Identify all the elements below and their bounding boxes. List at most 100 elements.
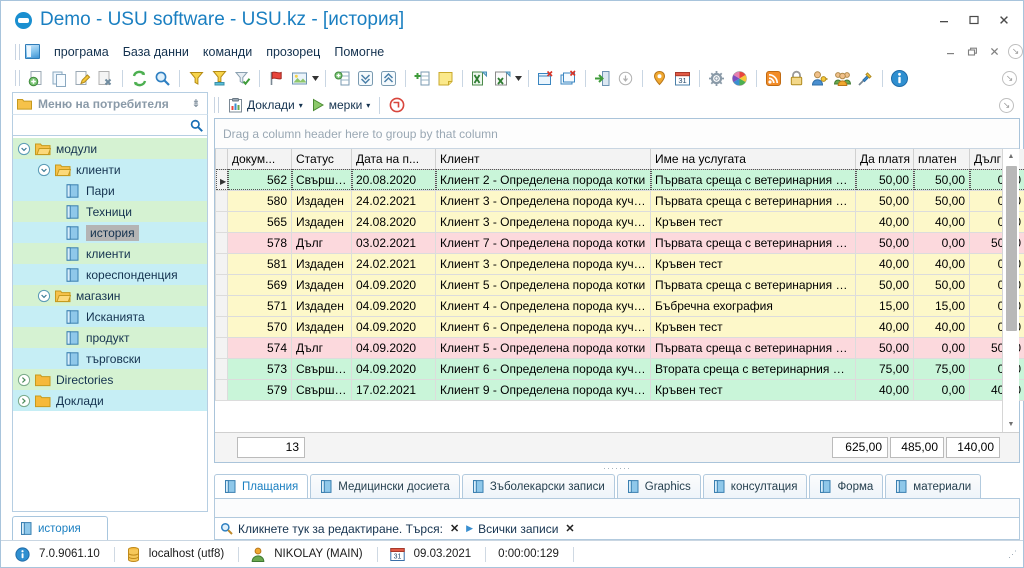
note-icon[interactable] (434, 67, 457, 89)
filter-search-bar[interactable]: Кликнете тук за редактиране. Търся: ✕ ▶ … (214, 518, 1020, 540)
sidebar-item-klienti[interactable]: клиенти (13, 243, 207, 264)
row-cell-date[interactable]: 04.09.2020 (351, 357, 436, 380)
row-cell-client[interactable]: Клиент 5 - Определена порода котки (435, 273, 651, 296)
row-cell-service[interactable]: Първата среща с ветеринарния лекар (650, 336, 856, 359)
row-cell-due[interactable]: 50,00 (855, 168, 914, 191)
filter-hint-text[interactable]: Кликнете тук за редактиране. Търся: (238, 522, 443, 536)
tab-graphics[interactable]: Graphics (616, 474, 701, 498)
row-cell-date[interactable]: 24.02.2021 (351, 189, 436, 212)
column-header-service[interactable]: Име на услугата (650, 149, 856, 170)
sidebar-item-klienti-group[interactable]: клиенти (13, 159, 207, 180)
row-cell-status[interactable]: Издаден (291, 315, 352, 338)
row-cell-date[interactable]: 04.09.2020 (351, 273, 436, 296)
row-cell-document[interactable]: 580 (227, 189, 292, 212)
search-icon[interactable] (151, 67, 174, 89)
panel-splitter[interactable]: ······· (214, 463, 1020, 473)
measures-button[interactable]: мерки ▾ (307, 96, 375, 114)
row-indicator[interactable] (215, 294, 228, 317)
row-cell-document[interactable]: 565 (227, 210, 292, 233)
row-cell-due[interactable]: 40,00 (855, 252, 914, 275)
row-cell-client[interactable]: Клиент 6 - Определена порода кучета (435, 315, 651, 338)
sidebar-item-istoriya[interactable]: история (13, 222, 207, 243)
row-cell-document[interactable]: 562 (227, 168, 292, 191)
collapse-icon[interactable] (17, 142, 31, 156)
add-column-icon[interactable] (411, 67, 434, 89)
menu-item-commands[interactable]: команди (196, 43, 259, 61)
column-header-client[interactable]: Клиент (435, 149, 651, 170)
sidebar-bottom-tab-istoriya[interactable]: история (12, 516, 108, 540)
row-cell-client[interactable]: Клиент 5 - Определена порода котки (435, 336, 651, 359)
grid-vertical-scrollbar[interactable]: ▲ ▼ (1002, 149, 1019, 432)
column-header-status[interactable]: Статус (291, 149, 352, 170)
clear-filter-icon[interactable]: ✕ (563, 522, 576, 535)
row-indicator[interactable] (215, 357, 228, 380)
map-pin-icon[interactable] (648, 67, 671, 89)
exit-icon[interactable] (591, 67, 614, 89)
row-indicator[interactable] (215, 336, 228, 359)
row-cell-service[interactable]: Първата среща с ветеринарния лекар (650, 273, 856, 296)
table-row[interactable]: 573 Свършен 04.09.2020 Клиент 6 - Определен… (215, 357, 1024, 380)
group-panel[interactable]: Drag a column header here to group by th… (215, 119, 1019, 149)
collapse-icon[interactable] (37, 289, 51, 303)
row-cell-document[interactable]: 573 (227, 357, 292, 380)
row-cell-due[interactable]: 40,00 (855, 378, 914, 401)
row-cell-document[interactable]: 569 (227, 273, 292, 296)
search-icon[interactable] (220, 522, 233, 535)
sidebar-item-magazin-group[interactable]: магазин (13, 285, 207, 306)
close-window-icon[interactable] (534, 67, 557, 89)
filter-check-icon[interactable] (231, 67, 254, 89)
refresh-icon[interactable] (128, 67, 151, 89)
expand-all-icon[interactable] (354, 67, 377, 89)
content-toolbar-drag-handle[interactable] (214, 97, 219, 113)
users-icon[interactable] (831, 67, 854, 89)
filter-gold-icon[interactable] (208, 67, 231, 89)
settings-icon[interactable] (705, 67, 728, 89)
table-row[interactable]: 580 Издаден 24.02.2021 Клиент 3 - Определен… (215, 189, 1024, 212)
toolbar-overflow-icon-3[interactable]: ↘ (999, 97, 1014, 113)
export-excel-page-icon[interactable] (491, 67, 514, 89)
row-cell-service[interactable]: Кръвен тест (650, 378, 856, 401)
add-record-icon[interactable] (25, 67, 48, 89)
row-cell-client[interactable]: Клиент 3 - Определена порода кучета (435, 210, 651, 233)
row-cell-status[interactable]: Издаден (291, 210, 352, 233)
row-cell-date[interactable]: 04.09.2020 (351, 336, 436, 359)
row-cell-status[interactable]: Издаден (291, 252, 352, 275)
user-key-icon[interactable] (808, 67, 831, 89)
filter-label[interactable]: Всички записи (478, 522, 558, 536)
row-cell-date[interactable]: 04.09.2020 (351, 294, 436, 317)
row-indicator[interactable] (215, 189, 228, 212)
sidebar-item-moduli[interactable]: модули (13, 138, 207, 159)
row-cell-service[interactable]: Кръвен тест (650, 252, 856, 275)
row-cell-client[interactable]: Клиент 9 - Определена порода кучета (435, 378, 651, 401)
scrollbar-thumb[interactable] (1005, 166, 1017, 331)
column-header-due[interactable]: Да платя (855, 149, 914, 170)
sidebar-item-targovski[interactable]: търговски (13, 348, 207, 369)
doc-close-button[interactable] (983, 42, 1005, 62)
row-cell-status[interactable]: Свършен (291, 357, 352, 380)
row-cell-service[interactable]: Първата среща с ветеринарния лекар (650, 168, 856, 191)
row-cell-service[interactable]: Втората среща с ветеринарния лекар (650, 357, 856, 380)
tab-medical-records[interactable]: Медицински досиета (310, 474, 460, 498)
row-cell-date[interactable]: 24.02.2021 (351, 252, 436, 275)
close-all-windows-icon[interactable] (557, 67, 580, 89)
row-cell-client[interactable]: Клиент 3 - Определена порода кучета (435, 189, 651, 212)
sidebar-item-tehnici[interactable]: Техници (13, 201, 207, 222)
row-indicator[interactable]: ▶ (215, 168, 228, 191)
menu-item-database[interactable]: База данни (116, 43, 196, 61)
row-cell-due[interactable]: 50,00 (855, 231, 914, 254)
row-cell-document[interactable]: 570 (227, 315, 292, 338)
row-cell-document[interactable]: 579 (227, 378, 292, 401)
reports-button[interactable]: Доклади ▾ (224, 96, 307, 115)
row-cell-status[interactable]: Свършен (291, 378, 352, 401)
sidebar-item-directories[interactable]: Directories (13, 369, 207, 390)
row-cell-date[interactable]: 24.08.2020 (351, 210, 436, 233)
chevron-down-icon[interactable] (311, 68, 320, 88)
row-cell-client[interactable]: Клиент 3 - Определена порода кучета (435, 252, 651, 275)
row-cell-service[interactable]: Кръвен тест (650, 210, 856, 233)
chevron-down-icon[interactable]: ▾ (299, 101, 303, 110)
row-cell-document[interactable]: 581 (227, 252, 292, 275)
toolbar-overflow-icon-2[interactable]: ↘ (1002, 70, 1017, 86)
row-cell-date[interactable]: 17.02.2021 (351, 378, 436, 401)
resize-grip[interactable]: ⋰ (1008, 549, 1018, 559)
tab-consultation[interactable]: консултация (702, 474, 808, 498)
